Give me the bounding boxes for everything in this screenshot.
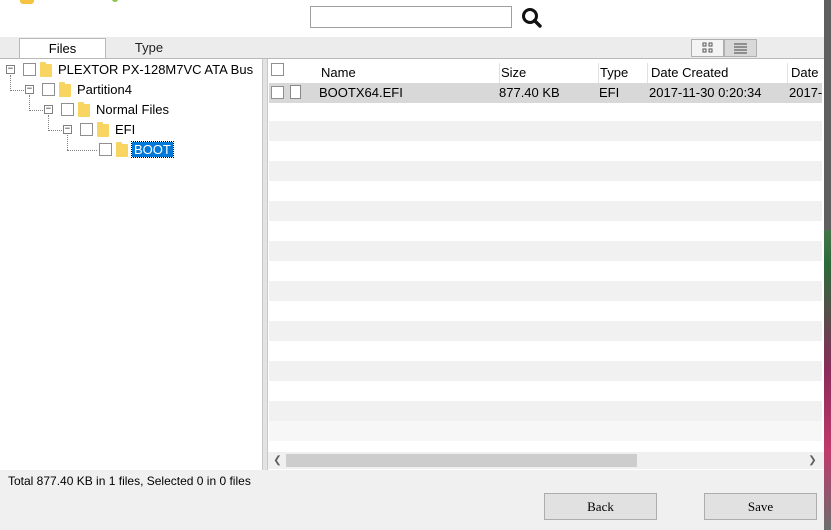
tree-collapse-toggle[interactable]: −	[6, 65, 15, 74]
grid-view-icon	[702, 42, 713, 53]
empty-row-band	[269, 121, 822, 141]
tree-item-checkbox[interactable]	[99, 143, 112, 156]
tree-item-checkbox[interactable]	[61, 103, 74, 116]
horizontal-scrollbar-thumb[interactable]	[286, 454, 637, 467]
tree-collapse-toggle[interactable]: −	[25, 85, 34, 94]
select-all-checkbox[interactable]	[271, 63, 284, 76]
tab-files[interactable]: Files	[19, 38, 106, 58]
empty-row-band	[269, 361, 822, 381]
tree-item-checkbox[interactable]	[80, 123, 93, 136]
tree-item-efi[interactable]: EFI	[115, 122, 135, 137]
app-logo-fragment-icon	[20, 0, 34, 4]
tree-item-boot-label: BOOT	[131, 141, 174, 158]
tree-connector	[67, 150, 97, 151]
empty-row-band	[269, 321, 822, 341]
grid-view-button[interactable]	[691, 39, 724, 57]
tree-connector	[10, 75, 11, 91]
column-header-type[interactable]: Type	[596, 63, 648, 83]
search-icon[interactable]	[519, 6, 545, 30]
folder-icon	[59, 82, 71, 97]
save-button[interactable]: Save	[704, 493, 817, 520]
empty-row-band	[269, 161, 822, 181]
column-header-date-created[interactable]: Date Created	[647, 63, 788, 83]
empty-row-band	[269, 401, 822, 421]
tree-item-checkbox[interactable]	[42, 83, 55, 96]
tree-collapse-toggle[interactable]: −	[44, 105, 53, 114]
column-header-date[interactable]: Date	[787, 63, 824, 83]
folder-icon	[78, 102, 90, 117]
tree-item-checkbox[interactable]	[23, 63, 36, 76]
search-input[interactable]	[310, 6, 512, 28]
back-button[interactable]: Back	[544, 493, 657, 520]
tree-connector	[48, 115, 49, 131]
tree-connector	[67, 135, 68, 150]
status-bar-text: Total 877.40 KB in 1 files, Selected 0 i…	[8, 474, 251, 488]
tree-connector	[29, 95, 30, 111]
tree-connector	[48, 130, 62, 131]
tree-collapse-toggle[interactable]: −	[63, 125, 72, 134]
column-header-name[interactable]: Name	[317, 63, 500, 83]
tree-item-partition4[interactable]: Partition4	[77, 82, 132, 97]
folder-icon	[97, 122, 109, 137]
cell-type: EFI	[599, 85, 620, 100]
cell-name: BOOTX64.EFI	[319, 85, 403, 100]
folder-tree-panel	[0, 59, 263, 470]
scroll-left-arrow-icon[interactable]: ❮	[269, 452, 286, 469]
empty-row-band	[269, 281, 822, 301]
tree-connector	[10, 90, 24, 91]
file-list-panel: Name Size Type Date Created Date BOOTX64…	[268, 59, 824, 470]
empty-row-band	[269, 421, 822, 441]
row-checkbox[interactable]	[271, 86, 284, 99]
tree-item-normal-files[interactable]: Normal Files	[96, 102, 169, 117]
folder-icon	[116, 142, 128, 157]
empty-row-band	[269, 241, 822, 261]
cell-date: 2017-	[789, 85, 823, 100]
cell-size: 877.40 KB	[499, 85, 560, 100]
tree-connector	[29, 110, 43, 111]
list-view-icon	[734, 43, 747, 54]
desktop-background-edge-top	[824, 0, 831, 230]
cell-date-created: 2017-11-30 0:20:34	[649, 85, 762, 100]
file-icon	[290, 85, 301, 99]
scroll-right-arrow-icon[interactable]: ❯	[804, 452, 821, 469]
folder-icon	[40, 62, 52, 77]
list-view-button[interactable]	[724, 39, 757, 57]
tree-item-drive[interactable]: PLEXTOR PX-128M7VC ATA Bus	[58, 62, 253, 77]
tree-item-boot[interactable]: BOOT	[131, 141, 174, 158]
tab-type[interactable]: Type	[106, 38, 192, 58]
empty-row-band	[269, 201, 822, 221]
column-header-size[interactable]: Size	[497, 63, 599, 83]
